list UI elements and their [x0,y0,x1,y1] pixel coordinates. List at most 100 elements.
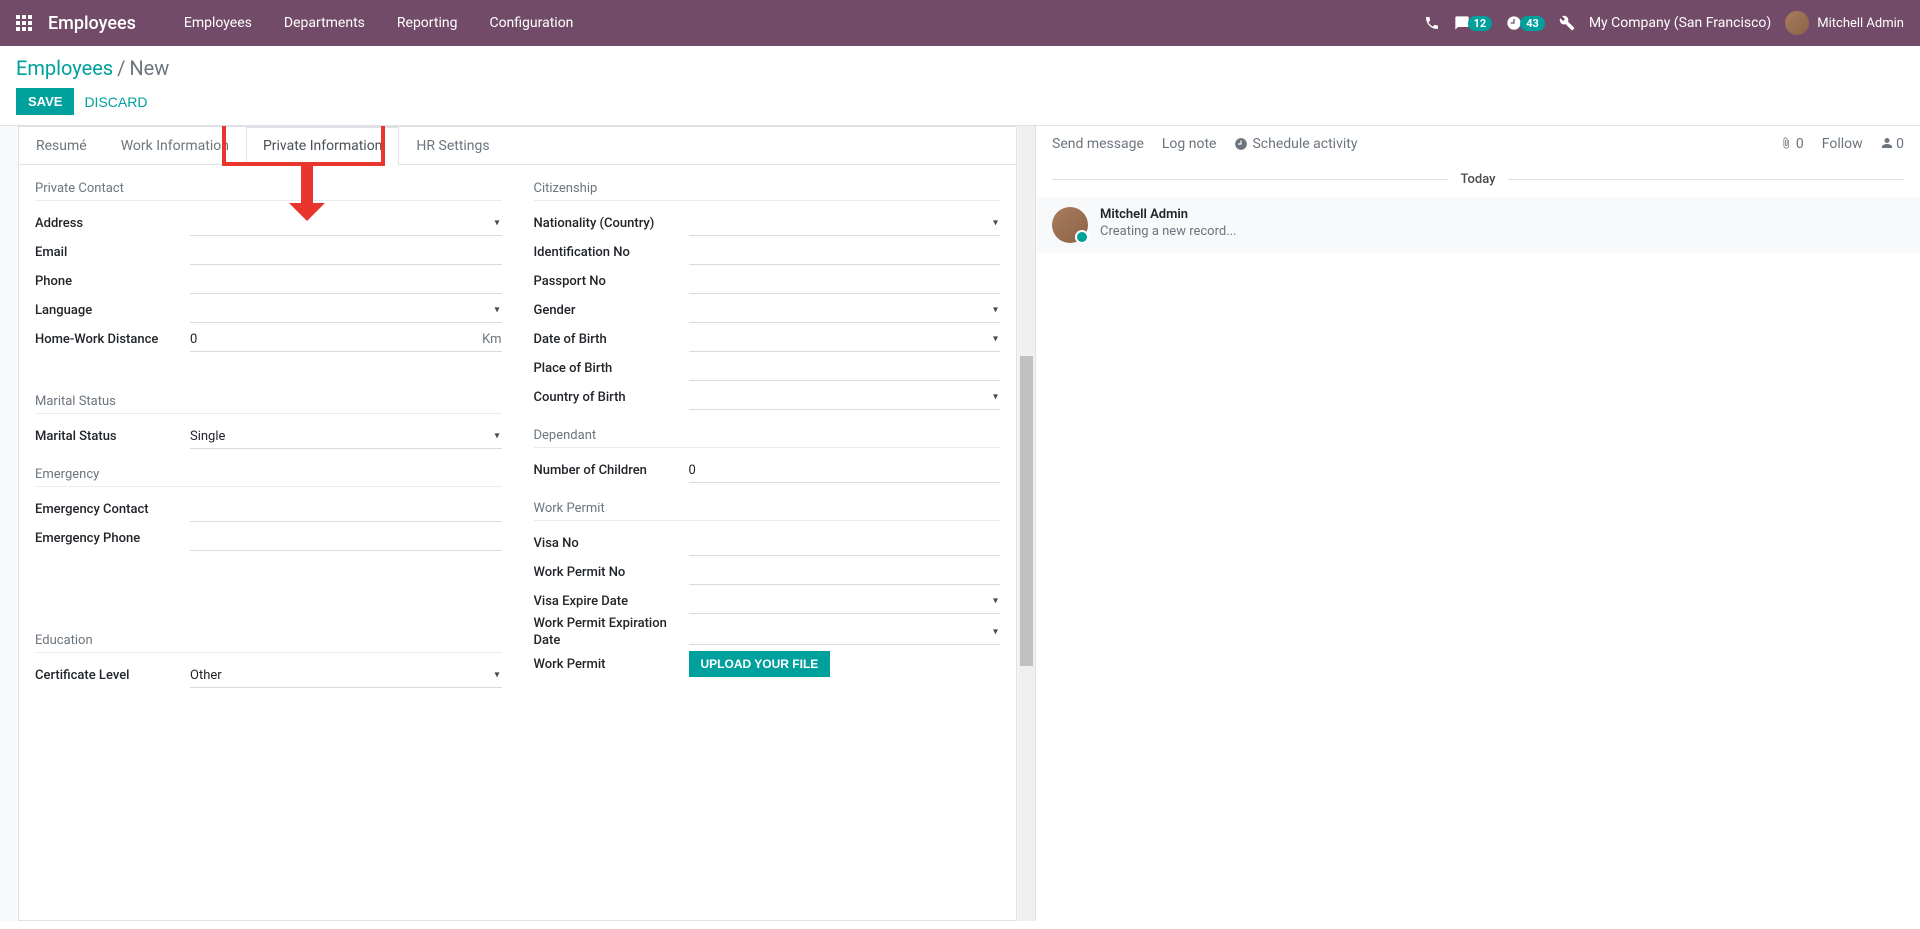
certificate-level-field[interactable]: Other▾ [190,664,502,688]
country-of-birth-field[interactable]: ▾ [689,386,1001,410]
tab-private-information[interactable]: Private Information [246,127,399,165]
log-note-button[interactable]: Log note [1162,136,1217,152]
chevron-down-icon: ▾ [993,627,998,638]
visa-no-label: Visa No [534,536,689,551]
identification-no-label: Identification No [534,245,689,260]
work-permit-section: Work Permit [534,501,1001,521]
marital-status-field[interactable]: Single▾ [190,425,502,449]
address-field[interactable]: ▾ [190,212,502,236]
breadcrumb-current: New [129,56,169,80]
tab-work-information[interactable]: Work Information [104,127,246,165]
apps-menu-icon[interactable] [16,15,32,31]
send-message-button[interactable]: Send message [1052,136,1144,152]
follower-count[interactable]: 0 [1881,136,1904,152]
work-permit-no-field[interactable] [689,561,1001,585]
email-label: Email [35,245,190,260]
country-of-birth-label: Country of Birth [534,390,689,405]
visa-no-field[interactable] [689,532,1001,556]
schedule-activity-button[interactable]: Schedule activity [1234,136,1357,152]
paperclip-icon [1780,137,1792,149]
emergency-contact-field[interactable] [190,498,502,522]
message-author: Mitchell Admin [1100,207,1237,222]
visa-expire-date-label: Visa Expire Date [534,594,689,609]
nav-departments[interactable]: Departments [268,3,381,43]
save-button[interactable]: SAVE [16,88,74,115]
phone-icon[interactable] [1424,15,1440,31]
user-name: Mitchell Admin [1817,16,1904,31]
education-section: Education [35,633,502,653]
wrench-icon[interactable] [1559,15,1575,31]
phone-field[interactable] [190,270,502,294]
place-of-birth-label: Place of Birth [534,361,689,376]
emergency-section: Emergency [35,467,502,487]
scrollbar-thumb[interactable] [1020,356,1033,666]
today-separator: Today [1448,172,1507,187]
message-avatar [1052,207,1088,243]
clock-icon [1234,137,1248,151]
tab-hr-settings[interactable]: HR Settings [399,127,506,165]
emergency-contact-label: Emergency Contact [35,502,190,517]
emergency-phone-field[interactable] [190,527,502,551]
chatter-message: Mitchell Admin Creating a new record... [1036,197,1920,253]
breadcrumb-root[interactable]: Employees [16,56,113,80]
home-work-distance-field[interactable]: 0Km [190,328,502,352]
km-suffix: Km [482,332,501,347]
user-icon [1881,137,1893,149]
language-label: Language [35,303,190,318]
work-permit-expiration-date-field[interactable]: ▾ [689,621,1001,645]
nationality-field[interactable]: ▾ [689,212,1001,236]
date-of-birth-field[interactable]: ▾ [689,328,1001,352]
marital-status-label: Marital Status [35,429,190,444]
home-work-distance-label: Home-Work Distance [35,332,190,347]
company-selector[interactable]: My Company (San Francisco) [1589,15,1771,31]
avatar [1785,11,1809,35]
chevron-down-icon: ▾ [494,670,499,681]
visa-expire-date-field[interactable]: ▾ [689,590,1001,614]
chevron-down-icon: ▾ [993,334,998,345]
chevron-down-icon: ▾ [993,305,998,316]
chatter-panel: Send message Log note Schedule activity … [1035,126,1920,921]
identification-no-field[interactable] [689,241,1001,265]
app-brand[interactable]: Employees [48,13,136,34]
form-view: Resumé Work Information Private Informat… [0,126,1035,921]
certificate-level-label: Certificate Level [35,668,190,683]
dependant-section: Dependant [534,428,1001,448]
marital-status-section: Marital Status [35,394,502,414]
language-field[interactable]: ▾ [190,299,502,323]
gender-label: Gender [534,303,689,318]
follow-button[interactable]: Follow [1822,136,1863,152]
work-permit-expiration-date-label: Work Permit Expiration Date [534,616,689,650]
gender-field[interactable]: ▾ [689,299,1001,323]
message-text: Creating a new record... [1100,224,1237,239]
clock-badge: 43 [1520,16,1545,31]
discard-button[interactable]: DISCARD [84,94,147,110]
email-field[interactable] [190,241,502,265]
tab-resume[interactable]: Resumé [19,127,104,165]
citizenship-section: Citizenship [534,181,1001,201]
place-of-birth-field[interactable] [689,357,1001,381]
nav-reporting[interactable]: Reporting [381,3,474,43]
work-permit-upload-wrap: UPLOAD YOUR FILE [689,651,1001,677]
chat-badge: 12 [1468,16,1493,31]
emergency-phone-label: Emergency Phone [35,531,190,546]
nav-employees[interactable]: Employees [168,3,268,43]
work-permit-no-label: Work Permit No [534,565,689,580]
passport-no-field[interactable] [689,270,1001,294]
chat-icon[interactable]: 12 [1454,15,1493,31]
chevron-down-icon: ▾ [993,392,998,403]
control-panel: Employees/New SAVE DISCARD [0,46,1920,125]
chevron-down-icon: ▾ [494,218,499,229]
passport-no-label: Passport No [534,274,689,289]
chevron-down-icon: ▾ [993,218,998,229]
form-tabs: Resumé Work Information Private Informat… [19,127,1016,165]
upload-file-button[interactable]: UPLOAD YOUR FILE [689,651,831,677]
nav-configuration[interactable]: Configuration [473,3,589,43]
clock-icon[interactable]: 43 [1506,15,1545,31]
user-menu[interactable]: Mitchell Admin [1785,11,1904,35]
number-of-children-field[interactable]: 0 [689,459,1001,483]
phone-label: Phone [35,274,190,289]
chevron-down-icon: ▾ [993,596,998,607]
chevron-down-icon: ▾ [494,305,499,316]
chevron-down-icon: ▾ [494,431,499,442]
attachment-count[interactable]: 0 [1780,136,1803,152]
